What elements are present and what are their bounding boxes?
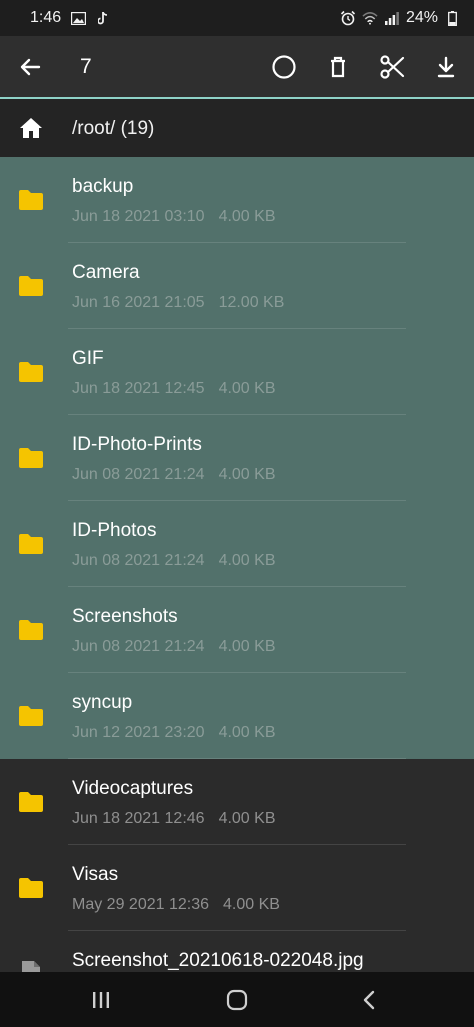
download-icon [437,56,455,78]
file-size: 12.00 KB [218,294,285,311]
file-date: Jun 16 2021 21:05 [72,294,205,311]
back-button[interactable] [14,51,46,83]
status-time: 1:46 [30,9,62,26]
tiktok-notification-icon [95,10,111,26]
file-date: May 29 2021 12:36 [72,896,209,913]
file-row[interactable]: ID-Photo-Prints Jun 08 2021 21:24 4.00 KB [0,415,474,501]
arrow-left-icon [20,58,41,76]
file-size: 4.00 KB [218,552,276,569]
file-date: Jun 08 2021 21:24 [72,638,205,655]
folder-icon [18,791,44,813]
file-meta: May 29 2021 12:36 4.00 KB [72,896,280,914]
file-meta: Jun 18 2021 03:10 4.00 KB [72,208,276,226]
delete-button[interactable] [322,51,354,83]
status-right: 24% [340,9,460,27]
home-button[interactable] [18,116,44,140]
file-size: 4.00 KB [218,638,276,655]
file-size: 4.00 KB [218,208,276,225]
folder-icon [18,275,44,297]
file-name: Camera [72,262,140,283]
alarm-icon [340,10,356,26]
home-nav-button[interactable] [224,987,250,1013]
selected-count: 7 [80,55,92,78]
current-path: /root/ (19) [72,118,155,139]
home-icon [20,118,42,138]
file-row[interactable]: Camera Jun 16 2021 21:05 12.00 KB [0,243,474,329]
back-nav-button[interactable] [356,987,382,1013]
file-date: Jun 08 2021 21:24 [72,466,205,483]
folder-icon [18,877,44,899]
file-name: syncup [72,692,133,713]
file-date: Jun 12 2021 23:20 [72,724,205,741]
file-row[interactable]: syncup Jun 12 2021 23:20 4.00 KB [0,673,474,759]
folder-icon [18,189,44,211]
file-name: Screenshots [72,606,178,627]
file-meta: Jun 08 2021 21:24 4.00 KB [72,638,276,656]
file-meta: Jun 18 2021 12:46 4.00 KB [72,810,276,828]
file-row[interactable]: Screenshot_20210618-022048.jpg [0,931,474,972]
file-size: 4.00 KB [218,810,276,827]
file-meta: Jun 18 2021 12:45 4.00 KB [72,380,276,398]
file-date: Jun 08 2021 21:24 [72,552,205,569]
circle-icon [272,55,296,79]
chevron-left-icon [363,990,375,1010]
file-date: Jun 18 2021 03:10 [72,208,205,225]
file-name: ID-Photo-Prints [72,434,202,455]
file-meta: Jun 12 2021 23:20 4.00 KB [72,724,276,742]
file-meta: Jun 16 2021 21:05 12.00 KB [72,294,284,312]
file-row[interactable]: Videocaptures Jun 18 2021 12:46 4.00 KB [0,759,474,845]
selection-action-bar: 7 [0,36,474,98]
trash-icon [331,56,345,78]
file-meta: Jun 08 2021 21:24 4.00 KB [72,552,276,570]
file-name: Visas [72,864,119,885]
status-bar: 1:46 24% [0,0,474,36]
folder-icon [18,705,44,727]
file-meta: Jun 08 2021 21:24 4.00 KB [72,466,276,484]
battery-icon [444,10,460,26]
file-row[interactable]: Visas May 29 2021 12:36 4.00 KB [0,845,474,931]
file-name: Videocaptures [72,778,194,799]
file-date: Jun 18 2021 12:46 [72,810,205,827]
file-size: 4.00 KB [223,896,280,913]
file-row[interactable]: Screenshots Jun 08 2021 21:24 4.00 KB [0,587,474,673]
cut-button[interactable] [376,51,408,83]
battery-percent: 24% [405,9,438,26]
image-file-icon [20,959,42,972]
status-left: 1:46 [30,9,111,27]
gallery-notification-icon [70,10,86,26]
file-row[interactable]: ID-Photos Jun 08 2021 21:24 4.00 KB [0,501,474,587]
file-size: 4.00 KB [218,466,276,483]
home-pill-icon [226,989,248,1011]
path-bar: /root/ (19) [0,99,474,157]
download-button[interactable] [430,51,462,83]
system-nav-bar [0,972,474,1027]
recent-apps-button[interactable] [88,987,114,1013]
wifi-icon [362,10,378,26]
select-all-button[interactable] [268,51,300,83]
folder-icon [18,533,44,555]
folder-icon [18,361,44,383]
file-size: 4.00 KB [218,724,276,741]
file-name: GIF [72,348,104,369]
file-name: Screenshot_20210618-022048.jpg [72,950,364,971]
folder-icon [18,619,44,641]
file-row[interactable]: backup Jun 18 2021 03:10 4.00 KB [0,157,474,243]
signal-icon [384,10,400,26]
file-name: ID-Photos [72,520,157,541]
file-size: 4.00 KB [218,380,276,397]
file-list: backup Jun 18 2021 03:10 4.00 KB Camera Jun … [0,157,474,972]
scissors-icon [380,55,405,79]
file-date: Jun 18 2021 12:45 [72,380,205,397]
file-name: backup [72,176,134,197]
folder-icon [18,447,44,469]
file-row[interactable]: GIF Jun 18 2021 12:45 4.00 KB [0,329,474,415]
recents-icon [93,992,109,1008]
